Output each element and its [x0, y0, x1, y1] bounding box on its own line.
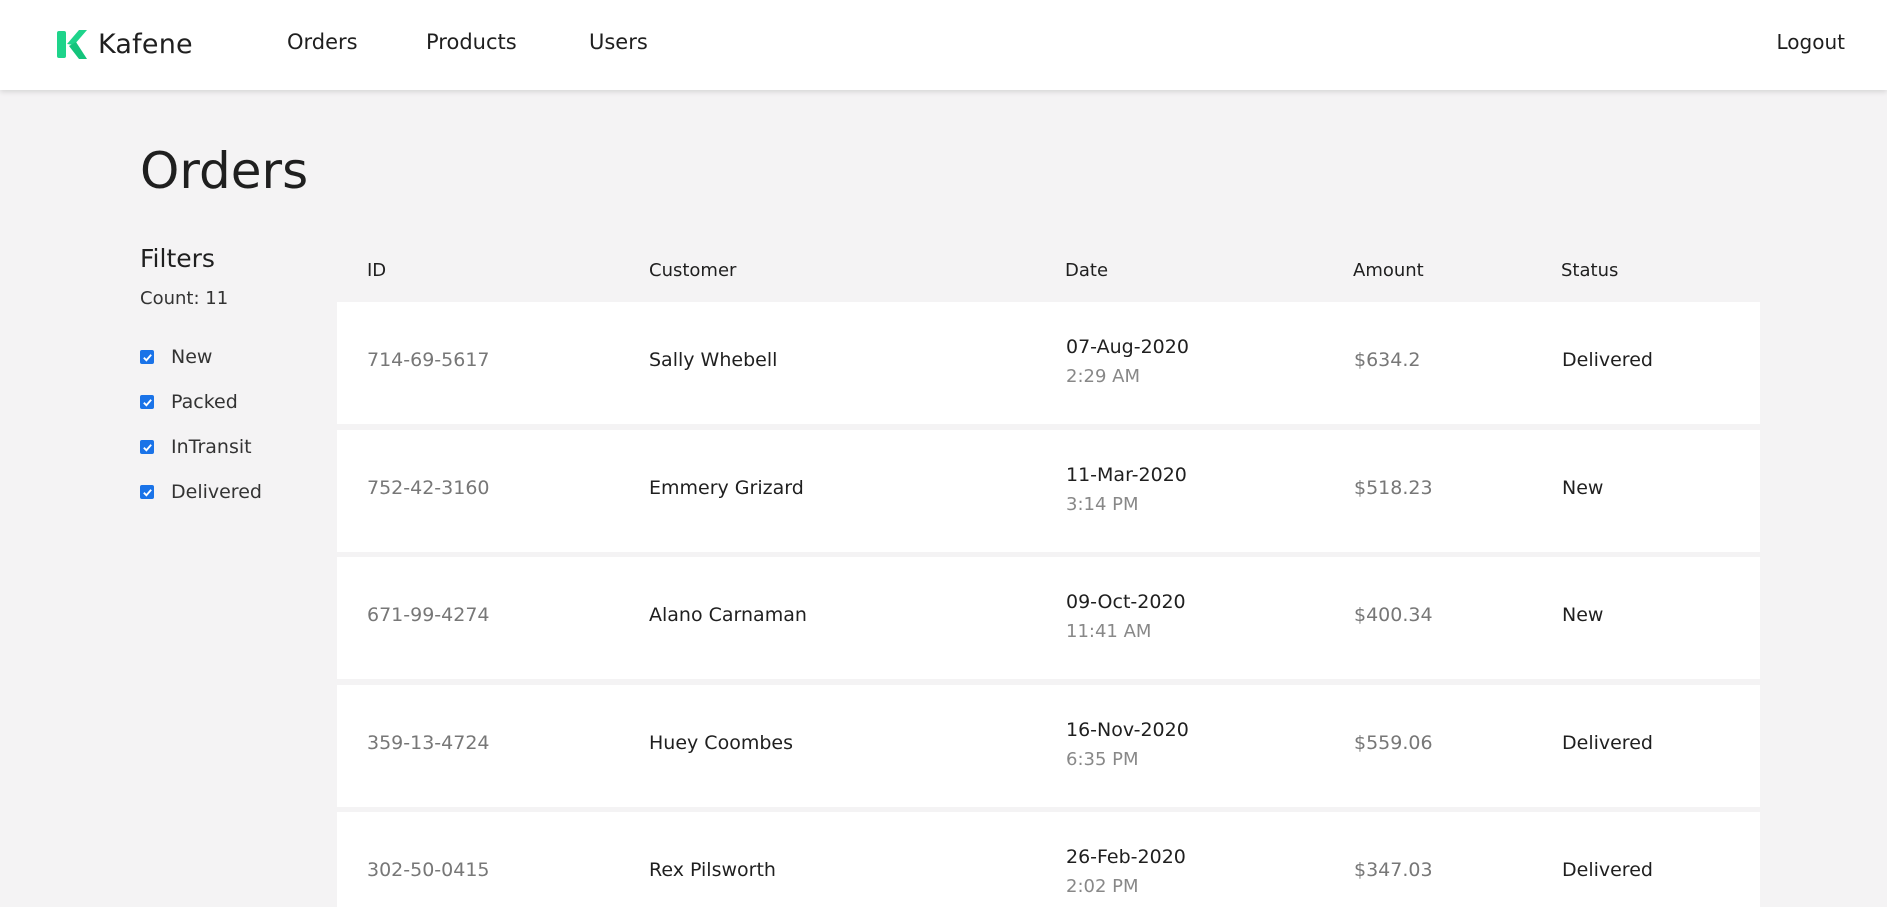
filter-intransit-checkbox[interactable] — [140, 440, 154, 454]
logout-link[interactable]: Logout — [1777, 30, 1845, 54]
order-customer: Rex Pilsworth — [649, 859, 776, 881]
filters-count: Count: 11 — [140, 288, 229, 309]
order-id: 359-13-4724 — [367, 732, 490, 754]
column-header-date: Date — [1065, 260, 1109, 281]
column-header-id: ID — [367, 260, 387, 281]
order-id: 714-69-5617 — [367, 349, 490, 371]
kafene-logo-icon — [57, 27, 88, 62]
order-status: New — [1562, 477, 1604, 499]
order-time: 2:02 PM — [1066, 876, 1139, 897]
order-time: 6:35 PM — [1066, 749, 1139, 770]
table-row[interactable]: 671-99-4274 Alano Carnaman 09-Oct-2020 1… — [337, 557, 1760, 679]
order-customer: Sally Whebell — [649, 349, 778, 371]
order-amount: $400.34 — [1354, 604, 1433, 626]
filter-packed-label: Packed — [171, 391, 238, 413]
top-navigation-bar: Kafene Orders Products Users Logout — [0, 0, 1887, 90]
column-header-status: Status — [1561, 260, 1619, 281]
nav-products-link[interactable]: Products — [426, 30, 517, 54]
order-id: 302-50-0415 — [367, 859, 490, 881]
filter-packed-checkbox[interactable] — [140, 395, 154, 409]
filter-delivered-checkbox[interactable] — [140, 485, 154, 499]
filter-new-checkbox[interactable] — [140, 350, 154, 364]
table-row[interactable]: 302-50-0415 Rex Pilsworth 26-Feb-2020 2:… — [337, 812, 1760, 907]
nav-users-link[interactable]: Users — [589, 30, 648, 54]
brand-logo[interactable]: Kafene — [57, 27, 193, 62]
brand-name: Kafene — [98, 29, 193, 60]
table-row[interactable]: 359-13-4724 Huey Coombes 16-Nov-2020 6:3… — [337, 685, 1760, 807]
order-status: New — [1562, 604, 1604, 626]
filter-packed[interactable]: Packed — [140, 391, 238, 413]
order-date: 09-Oct-2020 — [1066, 591, 1186, 613]
filter-intransit-label: InTransit — [171, 436, 252, 458]
column-header-customer: Customer — [649, 260, 737, 281]
order-status: Delivered — [1562, 349, 1653, 371]
order-date: 16-Nov-2020 — [1066, 719, 1189, 741]
table-header: ID Customer Date Amount Status — [337, 258, 1760, 292]
order-amount: $347.03 — [1354, 859, 1433, 881]
nav-orders-link[interactable]: Orders — [287, 30, 358, 54]
filter-new[interactable]: New — [140, 346, 212, 368]
filters-heading: Filters — [140, 244, 215, 273]
order-id: 752-42-3160 — [367, 477, 490, 499]
filter-new-label: New — [171, 346, 213, 368]
order-time: 11:41 AM — [1066, 621, 1152, 642]
order-time: 3:14 PM — [1066, 494, 1139, 515]
filter-delivered[interactable]: Delivered — [140, 481, 262, 503]
order-amount: $559.06 — [1354, 732, 1433, 754]
table-row[interactable]: 714-69-5617 Sally Whebell 07-Aug-2020 2:… — [337, 302, 1760, 424]
order-date: 26-Feb-2020 — [1066, 846, 1186, 868]
order-id: 671-99-4274 — [367, 604, 490, 626]
filter-intransit[interactable]: InTransit — [140, 436, 252, 458]
filter-delivered-label: Delivered — [171, 481, 262, 503]
order-time: 2:29 AM — [1066, 366, 1140, 387]
order-date: 11-Mar-2020 — [1066, 464, 1187, 486]
order-status: Delivered — [1562, 732, 1653, 754]
order-amount: $634.2 — [1354, 349, 1421, 371]
table-row[interactable]: 752-42-3160 Emmery Grizard 11-Mar-2020 3… — [337, 430, 1760, 552]
page-title: Orders — [140, 142, 309, 200]
order-customer: Emmery Grizard — [649, 477, 804, 499]
order-status: Delivered — [1562, 859, 1653, 881]
column-header-amount: Amount — [1353, 260, 1424, 281]
order-customer: Huey Coombes — [649, 732, 793, 754]
order-date: 07-Aug-2020 — [1066, 336, 1189, 358]
order-amount: $518.23 — [1354, 477, 1433, 499]
order-customer: Alano Carnaman — [649, 604, 807, 626]
